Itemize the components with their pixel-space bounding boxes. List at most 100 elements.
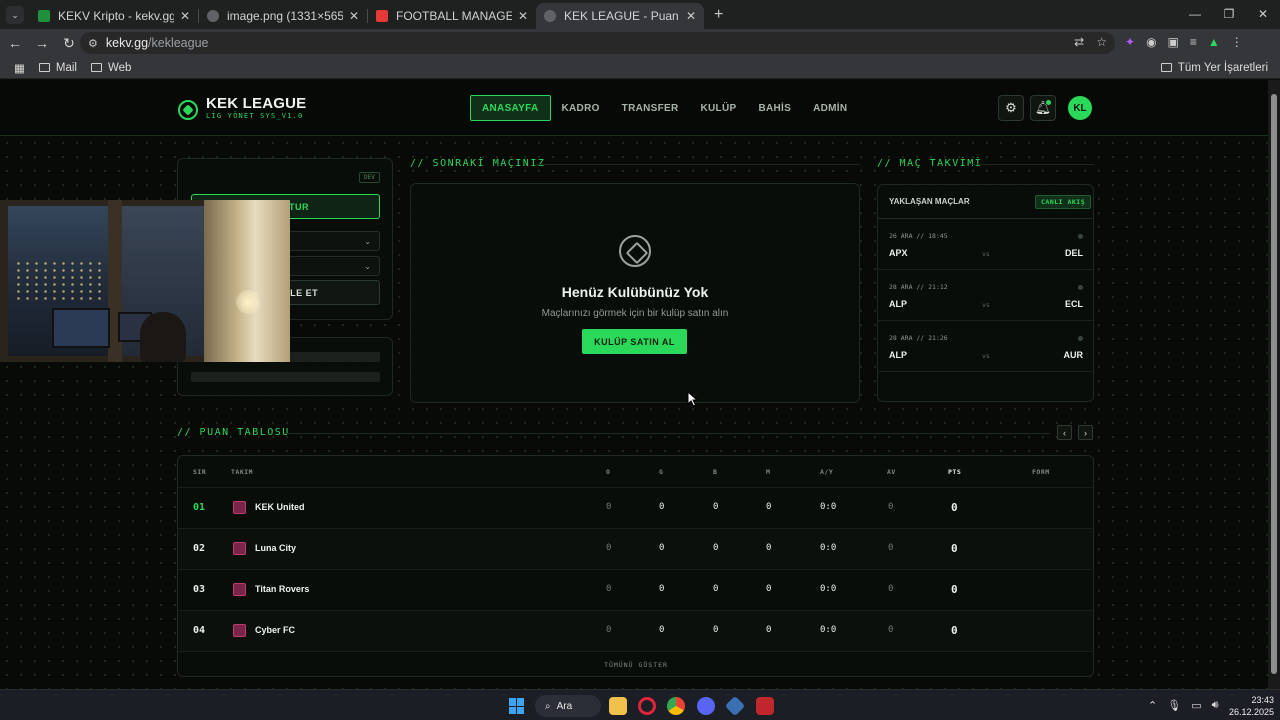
cell-o: 0	[606, 584, 612, 594]
cell-m: 0	[766, 584, 772, 594]
team-name[interactable]: Titan Rovers	[255, 584, 309, 594]
puzzle-icon[interactable]: ▣	[1168, 35, 1179, 49]
url-bar[interactable]: ⚙ kekv.gg/kekleague ⇄ ☆	[80, 32, 1115, 54]
cell-m: 0	[766, 543, 772, 553]
profile-icon[interactable]: ▲	[1208, 35, 1220, 49]
notifications-button[interactable]: 🔔︎	[1030, 95, 1056, 121]
app-icon[interactable]	[724, 695, 746, 717]
clock[interactable]: 23:43 26.12.2025	[1228, 694, 1274, 718]
cell-b: 0	[713, 543, 719, 553]
home-team: ALP	[889, 299, 907, 309]
file-explorer-icon[interactable]	[609, 697, 627, 715]
close-icon[interactable]: ✕	[180, 9, 190, 23]
fixtures-section-title: // MAÇ TAKVİMİ	[877, 158, 983, 169]
nav-transfer[interactable]: TRANSFER	[611, 95, 690, 121]
opera-icon[interactable]	[638, 697, 656, 715]
app-icon[interactable]	[756, 697, 774, 715]
url-host: kekv.gg	[105, 36, 149, 50]
row-position: 03	[193, 584, 206, 595]
camera-icon[interactable]: ◉	[1146, 35, 1156, 49]
cell-ay: 0:0	[820, 502, 837, 512]
scrollbar-thumb[interactable]	[1271, 94, 1277, 674]
football-logo-icon[interactable]	[178, 100, 198, 120]
minimize-button[interactable]: —	[1178, 0, 1212, 28]
cell-ay: 0:0	[820, 543, 837, 553]
browser-tab[interactable]: KEKV Kripto - kekv.gg ✕	[30, 3, 198, 29]
translate-icon[interactable]: ⇄	[1074, 35, 1084, 49]
nav-kulup[interactable]: KULÜP	[690, 95, 748, 121]
cell-pts: 0	[951, 501, 958, 514]
browser-tab[interactable]: FOOTBALL MANAGER 2020 | 20 ✕	[368, 3, 536, 29]
cell-m: 0	[766, 625, 772, 635]
next-page-button[interactable]: ›	[1078, 425, 1093, 440]
sidebar-icon[interactable]: ≡	[1190, 35, 1197, 49]
reload-button[interactable]: ↻	[57, 35, 81, 52]
microphone-icon[interactable]: 🎙︎	[1167, 699, 1181, 712]
away-team: DEL	[1065, 248, 1083, 258]
maximize-button[interactable]: ❐	[1212, 0, 1246, 28]
fixture-time: 28 ARA // 21:26	[889, 334, 948, 342]
tab-search-button[interactable]: ⌄	[6, 6, 24, 24]
speaker-icon[interactable]: 🔊︎	[1212, 699, 1219, 712]
team-crest-icon	[233, 624, 246, 637]
close-icon[interactable]: ✕	[518, 9, 528, 23]
bookmarks-bar: ▦ Mail Web Tüm Yer İşaretleri	[0, 57, 1280, 79]
prev-page-button[interactable]: ‹	[1057, 425, 1072, 440]
section-divider	[285, 433, 1050, 434]
chevron-up-icon[interactable]: ⌃	[1148, 699, 1157, 712]
avatar[interactable]: KL	[1068, 96, 1092, 120]
fixture-item[interactable]: 28 ARA // 21:26 ALP vs AUR	[878, 321, 1094, 372]
nav-admin[interactable]: ADMİN	[802, 95, 858, 121]
browser-tab[interactable]: image.png (1331×565) ✕	[199, 3, 367, 29]
nav-bahis[interactable]: BAHİS	[747, 95, 802, 121]
forward-button[interactable]: →	[30, 35, 54, 51]
brand-subtitle: LİG YÖNET SYS_V1.0	[206, 112, 304, 120]
chrome-icon[interactable]	[667, 697, 685, 715]
col-header-pos: SIR	[193, 468, 207, 476]
table-row[interactable]: 02 Luna City 0 0 0 0 0:0 0 0	[178, 528, 1094, 569]
table-row[interactable]: 01 KEK United 0 0 0 0 0:0 0 0	[178, 487, 1094, 528]
fixture-item[interactable]: 26 ARA // 18:45 APX vs DEL	[878, 219, 1094, 270]
nav-kadro[interactable]: KADRO	[551, 95, 611, 121]
empty-state-title: Henüz Kulübünüz Yok	[561, 284, 709, 300]
taskbar-search[interactable]: ⌕ Ara	[535, 695, 601, 717]
fixture-item[interactable]: 28 ARA // 21:12 ALP vs ECL	[878, 270, 1094, 321]
bookmark-folder-web[interactable]: Web	[90, 62, 131, 74]
home-team: ALP	[889, 350, 907, 360]
vs-label: vs	[982, 250, 990, 258]
site-info-icon[interactable]: ⚙	[88, 37, 98, 50]
table-row[interactable]: 04 Cyber FC 0 0 0 0 0:0 0 0	[178, 610, 1094, 651]
team-name[interactable]: KEK United	[255, 502, 305, 512]
cell-pts: 0	[951, 583, 958, 596]
show-all-link[interactable]: TÜMÜNÜ GÖSTER	[178, 661, 1094, 669]
settings-button[interactable]: ⚙	[998, 95, 1024, 121]
discord-icon[interactable]	[697, 697, 715, 715]
windows-start-icon[interactable]	[509, 698, 525, 714]
team-name[interactable]: Luna City	[255, 543, 296, 553]
bookmark-star-icon[interactable]: ☆	[1096, 35, 1107, 49]
apps-icon[interactable]: ▦	[14, 61, 25, 75]
football-icon	[619, 235, 651, 267]
display-icon[interactable]: ▭	[1191, 699, 1201, 712]
brand-title[interactable]: KEK LEAGUE	[206, 95, 306, 112]
close-window-button[interactable]: ✕	[1246, 0, 1280, 28]
page-scrollbar[interactable]	[1268, 80, 1280, 689]
status-dot	[1078, 336, 1083, 341]
table-row[interactable]: 03 Titan Rovers 0 0 0 0 0:0 0 0	[178, 569, 1094, 610]
extension-icon[interactable]: ✦	[1125, 35, 1135, 49]
back-button[interactable]: ←	[3, 35, 27, 51]
close-icon[interactable]: ✕	[686, 9, 696, 23]
team-name[interactable]: Cyber FC	[255, 625, 295, 635]
away-team: AUR	[1063, 350, 1084, 360]
all-bookmarks[interactable]: Tüm Yer İşaretleri	[1160, 62, 1268, 74]
close-icon[interactable]: ✕	[349, 9, 359, 23]
new-tab-button[interactable]: +	[714, 6, 723, 24]
bookmark-folder-mail[interactable]: Mail	[38, 62, 77, 74]
team-crest-icon	[233, 542, 246, 555]
browser-tab-active[interactable]: KEK LEAGUE - Puan Tablosu ✕	[536, 3, 704, 29]
buy-club-button[interactable]: KULÜP SATIN AL	[582, 329, 687, 354]
nav-anasayfa[interactable]: ANASAYFA	[470, 95, 551, 121]
cell-b: 0	[713, 584, 719, 594]
menu-icon[interactable]: ⋮	[1231, 35, 1243, 49]
live-feed-badge: CANLI AKIŞ	[1035, 195, 1092, 209]
